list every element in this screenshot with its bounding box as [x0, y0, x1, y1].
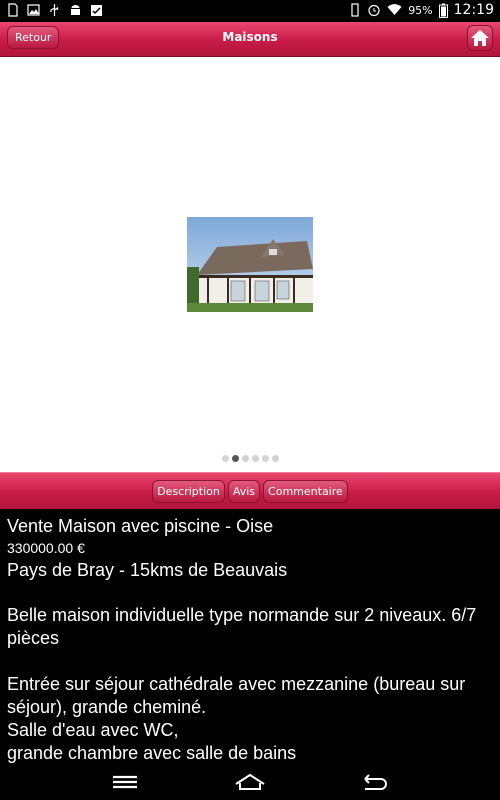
listing-paragraph-2: Entrée sur séjour cathédrale avec mezzan…	[7, 674, 466, 763]
notification-icons	[6, 3, 103, 17]
system-icons: 95% 12:19	[349, 2, 494, 18]
header-bar: Retour Maisons	[0, 22, 500, 57]
listing-price: 330000.00 €	[7, 540, 85, 556]
image-gallery[interactable]	[0, 57, 500, 472]
pagination-dot[interactable]	[231, 455, 239, 462]
home-icon	[471, 30, 489, 46]
pagination-dot[interactable]	[251, 455, 259, 462]
gallery-pagination[interactable]	[0, 455, 500, 462]
alarm-icon	[368, 4, 380, 17]
back-nav-icon[interactable]	[357, 771, 391, 793]
status-bar: 95% 12:19	[0, 0, 500, 22]
battery-percent: 95%	[408, 3, 433, 17]
vibrate-icon	[351, 3, 359, 17]
pagination-dot[interactable]	[261, 455, 269, 462]
battery-icon	[438, 3, 448, 18]
listing-paragraph-1: Belle maison individuelle type normande …	[7, 605, 477, 648]
usb-icon	[50, 4, 59, 16]
home-nav-icon[interactable]	[233, 771, 267, 793]
listing-title: Vente Maison avec piscine - Oise	[7, 516, 274, 536]
menu-icon[interactable]	[108, 771, 142, 793]
tab-commentaire[interactable]: Commentaire	[263, 480, 348, 503]
pagination-dot[interactable]	[271, 455, 279, 462]
listing-location: Pays de Bray - 15kms de Beauvais	[7, 560, 288, 580]
navigation-bar	[0, 765, 500, 800]
check-calendar-icon	[91, 5, 102, 16]
tab-bar: Description Avis Commentaire	[0, 472, 500, 510]
android-icon	[71, 5, 80, 15]
home-button[interactable]	[467, 25, 493, 51]
listing-content[interactable]: Vente Maison avec piscine - Oise 330000.…	[0, 509, 500, 765]
house-photo[interactable]	[187, 217, 313, 312]
tab-avis[interactable]: Avis	[227, 480, 261, 503]
image-icon	[27, 4, 40, 16]
wifi-icon	[387, 4, 402, 15]
pagination-dot[interactable]	[221, 455, 229, 462]
page-title: Maisons	[222, 30, 278, 44]
pagination-dot[interactable]	[241, 455, 249, 462]
clock: 12:19	[453, 2, 494, 18]
sd-card-icon	[8, 3, 18, 17]
tab-description[interactable]: Description	[152, 480, 225, 503]
